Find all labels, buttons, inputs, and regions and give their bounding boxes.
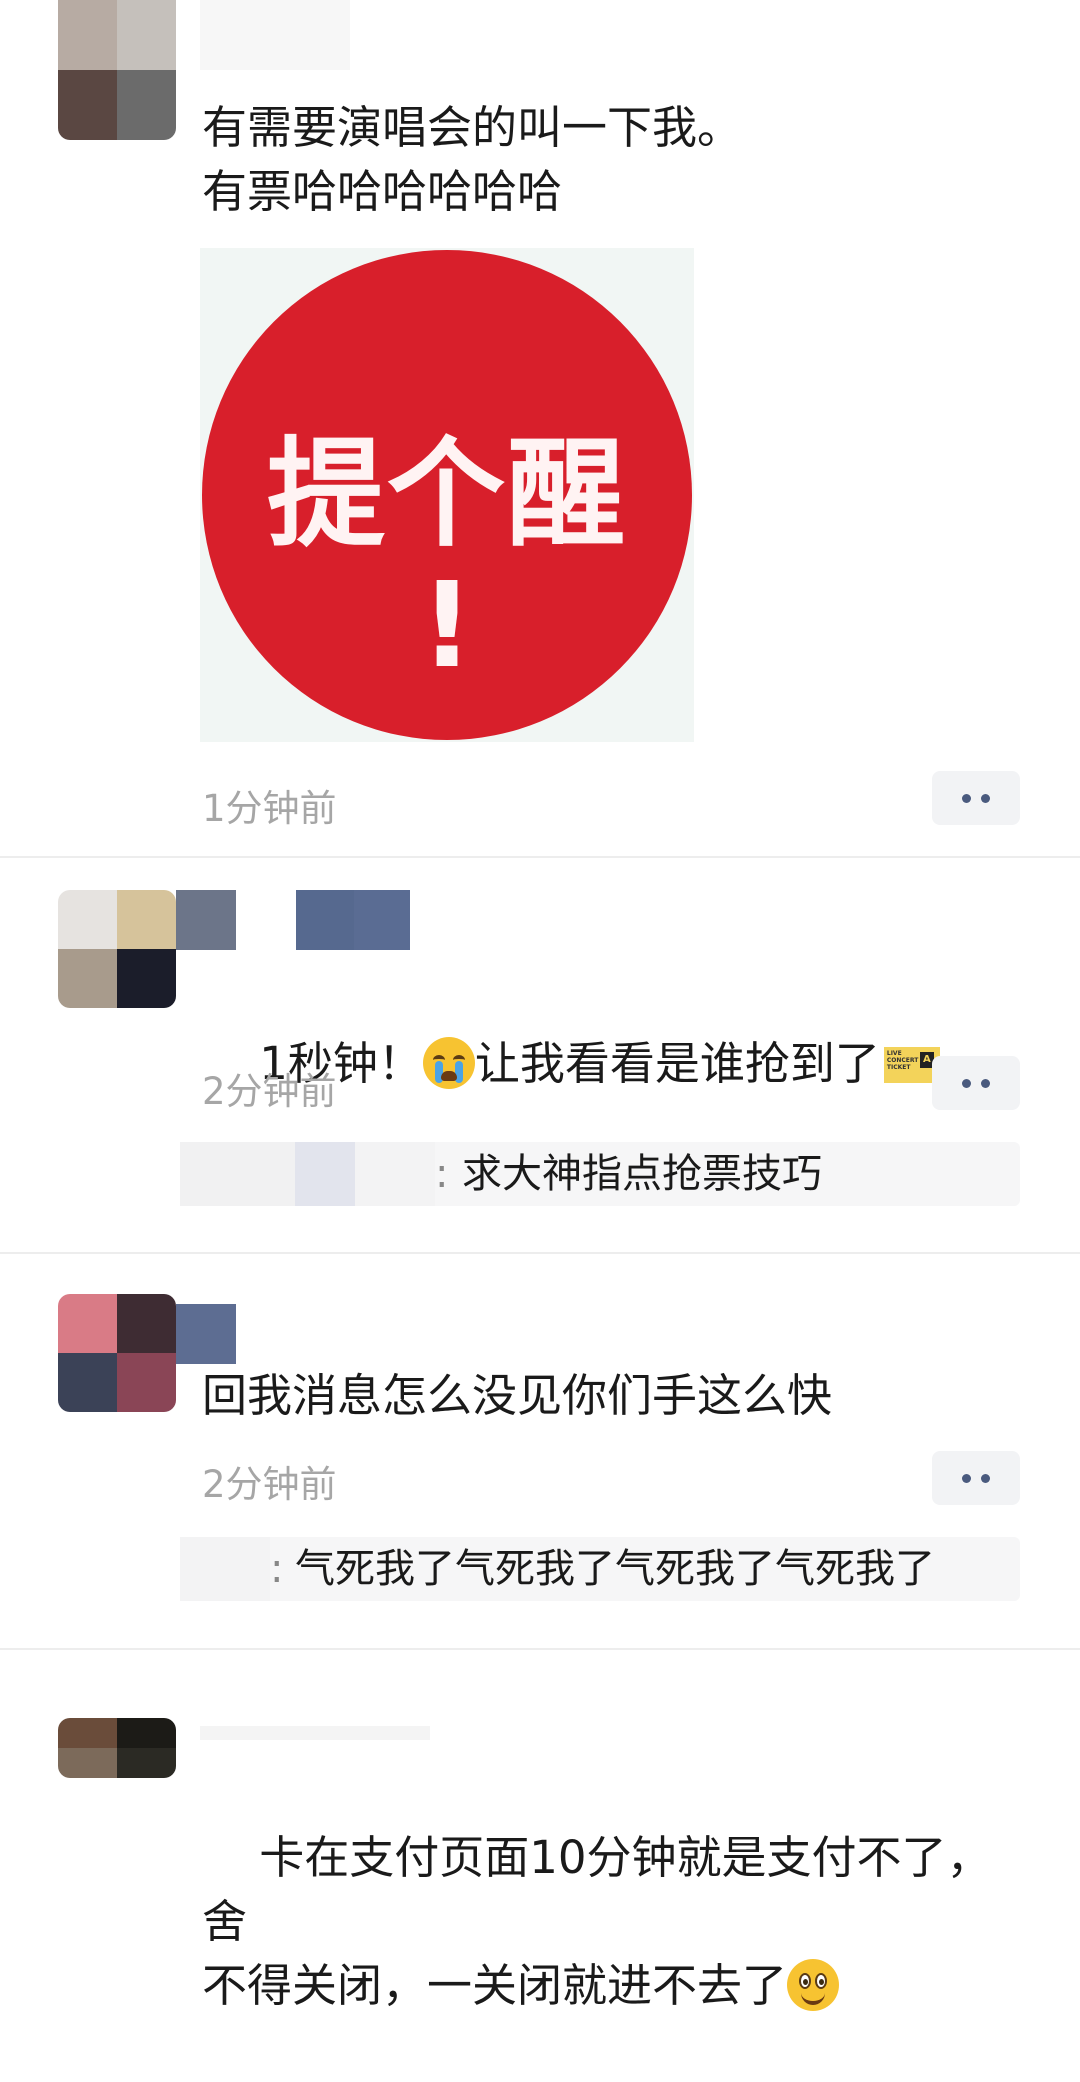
comment-text-part: 让我看看是谁抢到了 — [474, 1037, 880, 1090]
more-dot — [981, 1473, 990, 1483]
more-dots-icon — [962, 1078, 971, 1088]
more-dots-icon — [962, 1473, 971, 1483]
more-dot — [981, 793, 990, 803]
reply-preview[interactable]: : 求大神指点抢票技巧 — [180, 1142, 1020, 1206]
more-options-button[interactable] — [932, 771, 1020, 825]
more-dots-icon — [962, 793, 971, 803]
reply-nickname-blurred[interactable] — [180, 1537, 270, 1601]
sticker-image[interactable]: 提个醒 ! — [200, 248, 694, 742]
avatar[interactable] — [58, 1718, 176, 1778]
comment-text: 卡在支付页面10分钟就是支付不了，舍 不得关闭，一关闭就进不去了 — [202, 1762, 1032, 2082]
avatar[interactable] — [58, 1294, 176, 1412]
timestamp: 2分钟前 — [202, 1463, 337, 1506]
comment-text-part: 卡在支付页面10分钟就是支付不了，舍 不得关闭，一关闭就进不去了 — [202, 1831, 992, 2012]
timestamp: 1分钟前 — [202, 787, 337, 830]
ticket-icon-text: LIVE CONCERT TICKET — [886, 1050, 919, 1071]
reply-separator: : — [435, 1151, 449, 1197]
nickname-blurred[interactable] — [176, 1304, 236, 1364]
smiling-face-icon — [787, 1959, 840, 2011]
comment-1: 有需要演唱会的叫一下我。 有票哈哈哈哈哈哈 提个醒 ! 1分钟前 — [0, 0, 1080, 856]
comment-2: 1秒钟！ 让我看看是谁抢到了 LIVE CONCERT TICKET A 2分钟前 :… — [0, 858, 1080, 1252]
comment-text: 有需要演唱会的叫一下我。 有票哈哈哈哈哈哈 — [202, 101, 743, 218]
reply-text: 气死我了气死我了气死我了气死我了 — [295, 1546, 935, 1592]
more-options-button[interactable] — [932, 1451, 1020, 1505]
reply-separator: : — [270, 1546, 284, 1592]
nickname-blurred[interactable] — [176, 890, 410, 950]
nickname-blurred[interactable] — [200, 0, 350, 70]
comment-3: 回我消息怎么没见你们手这么快 2分钟前 : 气死我了气死我了气死我了气死我了 — [0, 1254, 1080, 1648]
sticker-caption: 提个醒 — [266, 425, 627, 563]
more-options-button[interactable] — [932, 1056, 1020, 1110]
more-dot — [981, 1078, 990, 1088]
avatar[interactable] — [58, 0, 176, 140]
reply-nickname-blurred[interactable] — [180, 1142, 435, 1206]
comment-text: 回我消息怎么没见你们手这么快 — [202, 1369, 833, 1422]
avatar[interactable] — [58, 890, 176, 1008]
reply-text: 求大神指点抢票技巧 — [462, 1151, 822, 1197]
timestamp: 2分钟前 — [202, 1070, 337, 1113]
sticker-exclamation: ! — [420, 556, 474, 694]
nickname-blurred[interactable] — [200, 1726, 430, 1740]
reply-preview[interactable]: : 气死我了气死我了气死我了气死我了 — [180, 1537, 1020, 1601]
loudly-crying-face-icon — [422, 1037, 475, 1089]
comment-4: 卡在支付页面10分钟就是支付不了，舍 不得关闭，一关闭就进不去了 — [0, 1650, 1080, 2012]
